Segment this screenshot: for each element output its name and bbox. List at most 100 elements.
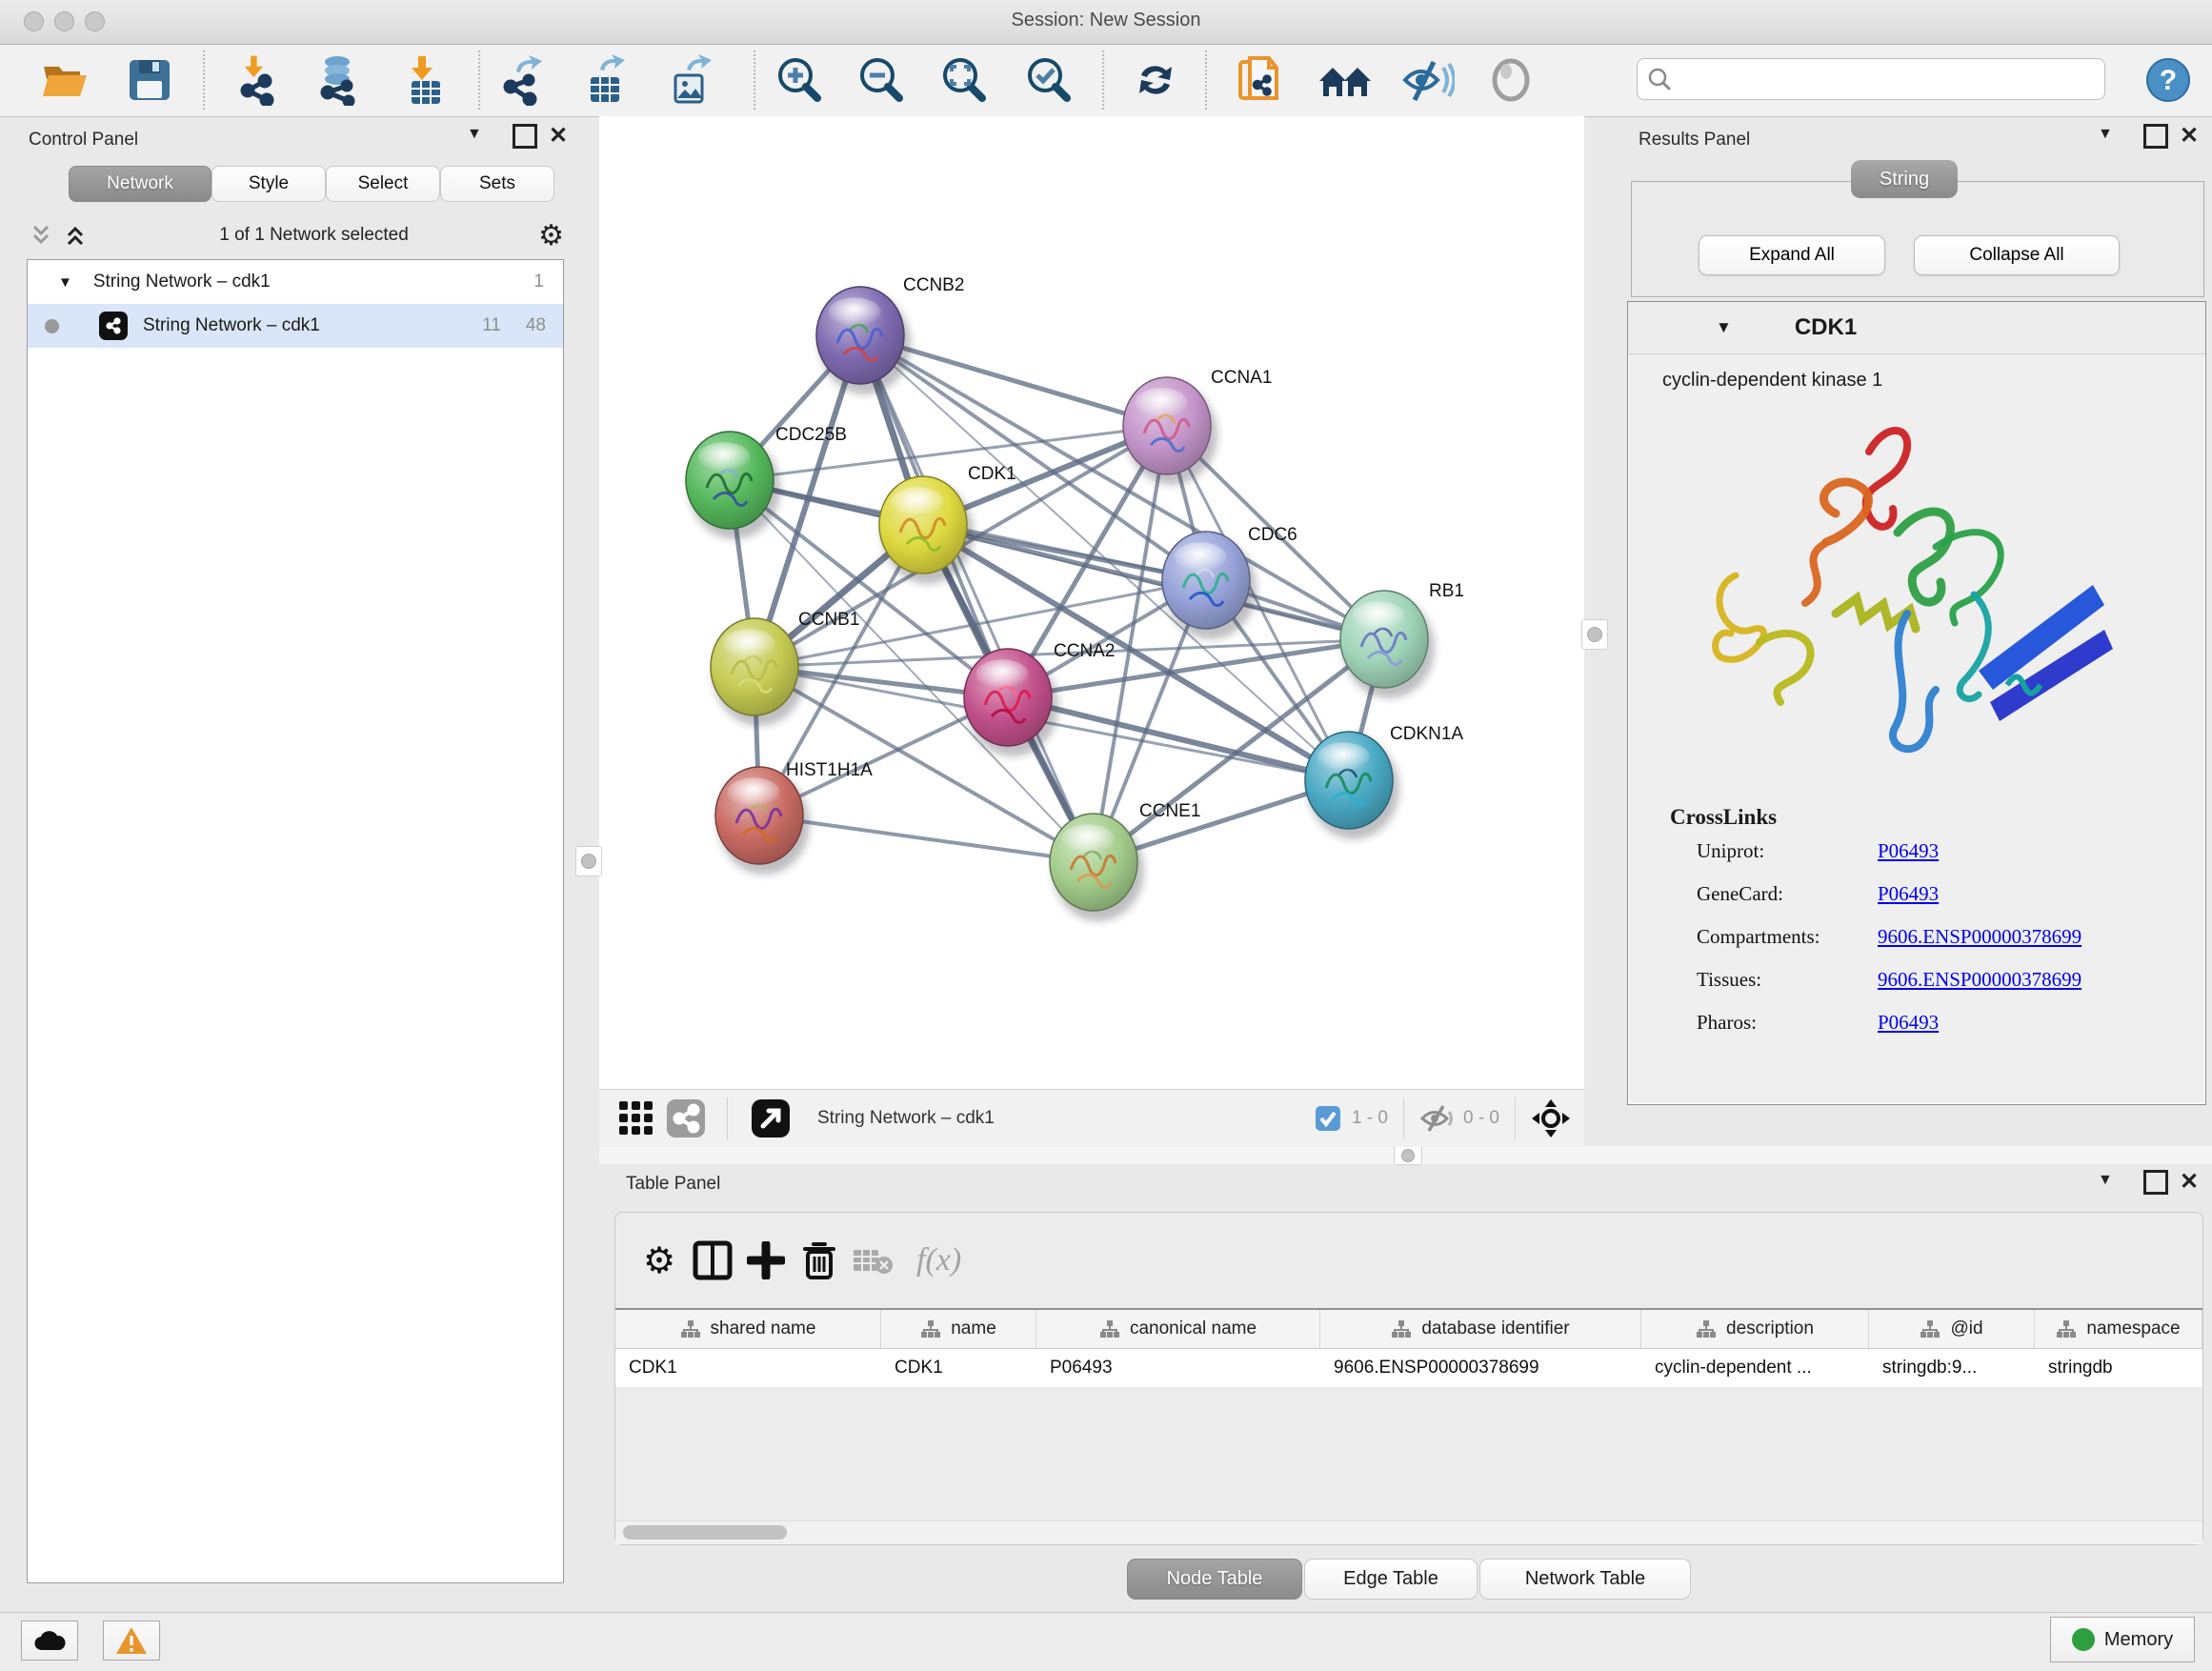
results-panel-collapse-icon[interactable]: ▼: [2098, 126, 2113, 143]
toolbar-separator: [754, 50, 755, 110]
crosslink-link[interactable]: 9606.ENSP00000378699: [1878, 968, 2081, 992]
crosslink-link[interactable]: P06493: [1878, 839, 1939, 863]
column-header-namespace[interactable]: namespace: [2035, 1310, 2202, 1348]
node-HIST1H1A[interactable]: [715, 767, 810, 875]
column-header--id[interactable]: @id: [1869, 1310, 2035, 1348]
node-RB1[interactable]: [1340, 591, 1435, 698]
node-CDK1[interactable]: [879, 476, 974, 584]
table-cell[interactable]: 9606.ENSP00000378699: [1320, 1349, 1641, 1387]
export-table-button[interactable]: [579, 52, 634, 108]
hidden-eye-slash-icon[interactable]: [1419, 1104, 1454, 1133]
svg-text:?: ?: [2160, 65, 2177, 96]
table-cell[interactable]: cyclin-dependent ...: [1641, 1349, 1869, 1387]
tree-expander-icon[interactable]: ▼: [58, 274, 72, 291]
tab-sets[interactable]: Sets: [440, 166, 554, 202]
zoom-selected-button[interactable]: [1022, 52, 1077, 108]
zoom-in-button[interactable]: [773, 52, 828, 108]
collapse-all-chevron-icon[interactable]: [27, 223, 55, 248]
table-panel-float-icon[interactable]: [2143, 1170, 2168, 1195]
string-view-button[interactable]: [660, 1092, 712, 1145]
table-options-gear-icon[interactable]: ⚙: [633, 1234, 686, 1287]
memory-button[interactable]: Memory: [2050, 1617, 2195, 1662]
column-header-database-identifier[interactable]: database identifier: [1320, 1310, 1641, 1348]
crosslink-link[interactable]: P06493: [1878, 882, 1939, 906]
import-table-button[interactable]: [398, 52, 453, 108]
delete-table-button-disabled[interactable]: [846, 1234, 899, 1287]
zoom-out-button[interactable]: [855, 52, 910, 108]
node-label-CCNA2: CCNA2: [1054, 641, 1115, 661]
cloud-button[interactable]: [21, 1621, 78, 1661]
network-collection-row[interactable]: ▼ String Network – cdk1 1: [28, 260, 563, 304]
import-network-database-button[interactable]: [311, 52, 366, 108]
clipboard-share-button[interactable]: [1233, 52, 1288, 108]
table-cell[interactable]: P06493: [1036, 1349, 1320, 1387]
tab-string[interactable]: String: [1851, 160, 1958, 198]
control-panel-collapse-icon[interactable]: ▼: [467, 126, 482, 143]
crosslink-link[interactable]: 9606.ENSP00000378699: [1878, 925, 2081, 949]
network-row-selected[interactable]: String Network – cdk1 11 48: [28, 304, 563, 348]
network-options-gear-icon[interactable]: ⚙: [538, 219, 564, 252]
footer-separator: [1515, 1097, 1516, 1139]
table-panel-close-icon[interactable]: ✕: [2180, 1168, 2199, 1196]
node-CCNE1[interactable]: [1050, 814, 1144, 921]
node-CCNA1[interactable]: [1123, 377, 1217, 485]
show-columns-button[interactable]: [686, 1234, 739, 1287]
delete-column-button[interactable]: [793, 1234, 846, 1287]
cdk1-card-header[interactable]: ▼ CDK1: [1628, 302, 2205, 354]
hide-nodes-button[interactable]: [1400, 52, 1456, 108]
import-network-file-button[interactable]: [231, 52, 286, 108]
node-CDC25B[interactable]: [686, 432, 780, 539]
results-panel-close-icon[interactable]: ✕: [2180, 122, 2199, 150]
fit-content-crosshair-icon[interactable]: [1531, 1098, 1571, 1138]
tab-select[interactable]: Select: [326, 166, 440, 202]
scrollbar-thumb[interactable]: [623, 1525, 787, 1540]
function-builder-button-disabled[interactable]: f(x): [916, 1242, 961, 1278]
collapse-all-button[interactable]: Collapse All: [1914, 235, 2120, 275]
right-splitter-grip[interactable]: [1581, 619, 1608, 650]
tab-node-table[interactable]: Node Table: [1127, 1559, 1302, 1600]
control-panel-close-icon[interactable]: ✕: [549, 122, 568, 150]
tab-style[interactable]: Style: [211, 166, 326, 202]
crosslink-link[interactable]: P06493: [1878, 1011, 1939, 1035]
table-row[interactable]: CDK1CDK1P064939606.ENSP00000378699cyclin…: [615, 1349, 2202, 1387]
gray-eye-button[interactable]: [1483, 52, 1538, 108]
left-splitter-grip[interactable]: [575, 846, 602, 876]
search-input[interactable]: [1679, 69, 2095, 91]
column-header-description[interactable]: description: [1641, 1310, 1869, 1348]
refresh-layout-button[interactable]: [1128, 52, 1183, 108]
selected-checkbox-icon[interactable]: [1314, 1104, 1342, 1133]
tab-network[interactable]: Network: [69, 166, 211, 202]
expand-all-button[interactable]: Expand All: [1699, 235, 1885, 275]
node-CDKN1A[interactable]: [1305, 732, 1399, 839]
table-cell[interactable]: stringdb:9...: [1869, 1349, 2035, 1387]
zoom-fit-button[interactable]: [937, 52, 993, 108]
tab-network-table[interactable]: Network Table: [1479, 1559, 1691, 1600]
export-image-button[interactable]: [662, 52, 717, 108]
edge-CCNB2-CCNE1[interactable]: [860, 335, 1094, 862]
column-header-canonical-name[interactable]: canonical name: [1036, 1310, 1320, 1348]
horizontal-scrollbar[interactable]: [615, 1520, 2202, 1544]
string-home-button[interactable]: [1317, 52, 1373, 108]
bottom-splitter-grip[interactable]: [1394, 1146, 1422, 1165]
create-column-button[interactable]: [739, 1234, 793, 1287]
node-CCNB2[interactable]: [816, 287, 911, 394]
section-expander-icon[interactable]: ▼: [1716, 318, 1732, 337]
control-panel-float-icon[interactable]: [513, 124, 537, 149]
column-header-name[interactable]: name: [881, 1310, 1036, 1348]
open-in-new-window-button[interactable]: [745, 1092, 796, 1145]
results-panel-float-icon[interactable]: [2143, 124, 2168, 149]
save-session-button[interactable]: [122, 52, 177, 108]
expand-all-chevron-icon[interactable]: [61, 223, 90, 248]
export-network-button[interactable]: [495, 52, 551, 108]
tab-edge-table[interactable]: Edge Table: [1304, 1559, 1478, 1600]
column-header-shared-name[interactable]: shared name: [615, 1310, 881, 1348]
open-session-button[interactable]: [37, 52, 92, 108]
table-cell[interactable]: stringdb: [2035, 1349, 2202, 1387]
birds-eye-view-button[interactable]: [613, 1092, 660, 1145]
table-panel-collapse-icon[interactable]: ▼: [2098, 1172, 2113, 1189]
table-cell[interactable]: CDK1: [615, 1349, 881, 1387]
warnings-button[interactable]: [103, 1621, 160, 1661]
help-button[interactable]: ?: [2141, 52, 2196, 108]
table-cell[interactable]: CDK1: [881, 1349, 1036, 1387]
network-canvas[interactable]: CCNB2CCNA1CDC25BCDK1CDC6RB1CCNB1CCNA2CDK…: [599, 116, 1584, 1089]
